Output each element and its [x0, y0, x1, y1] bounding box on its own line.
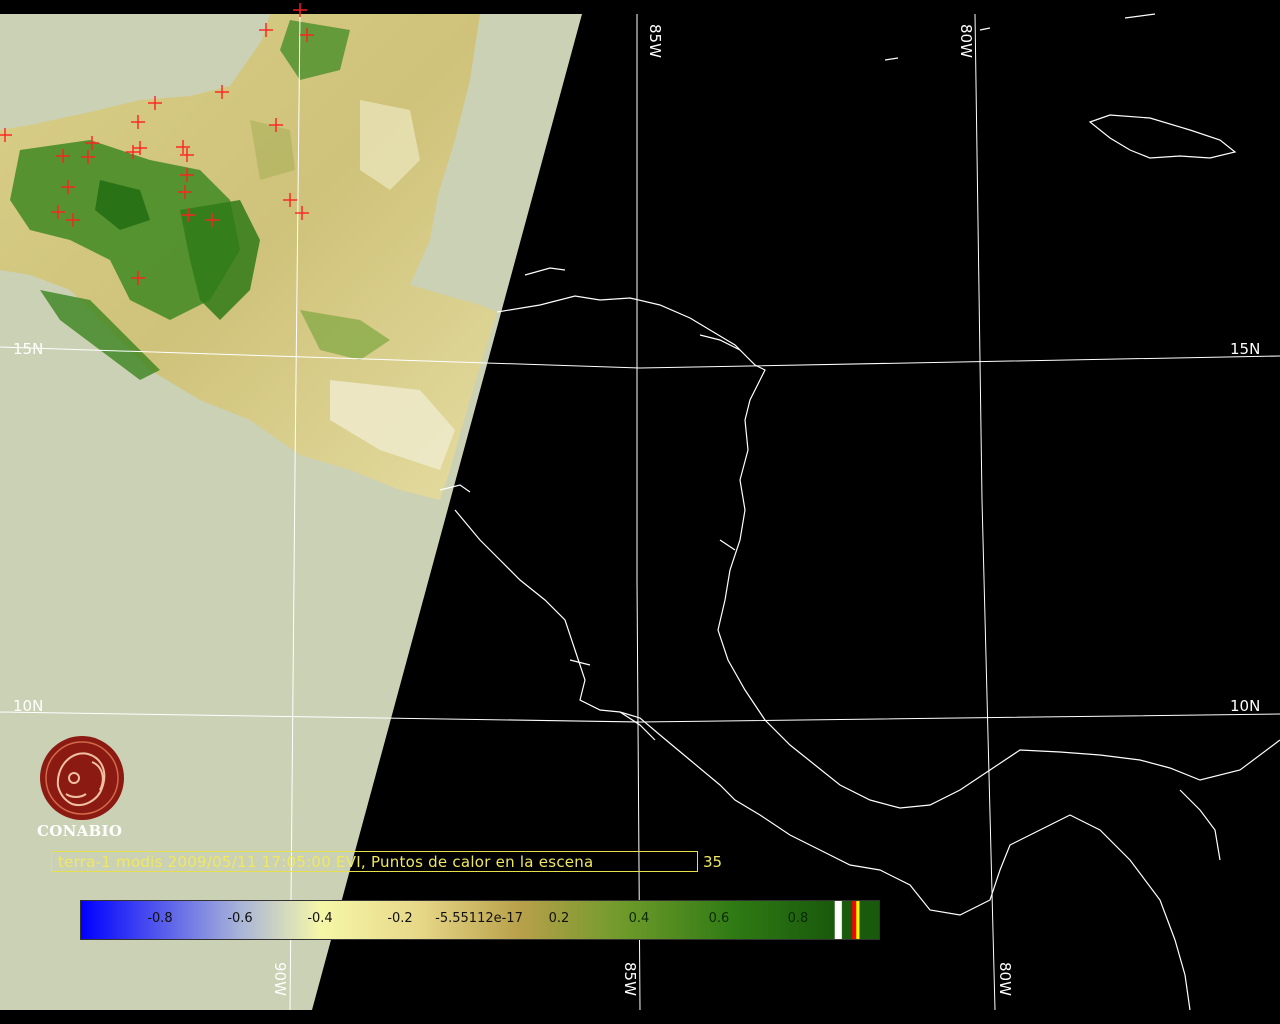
grid-label-10n-left: 10N: [13, 697, 44, 715]
colorbar-tick-label: -0.6: [227, 911, 253, 926]
scene-caption: terra-1 modis 2009/05/11 17:05:00 EVI, P…: [58, 853, 594, 871]
colorbar-tick-label: -5.55112e-17: [435, 911, 523, 926]
grid-label-85w-top: 85W: [646, 24, 664, 58]
colorbar-tick-label: 0.6: [708, 911, 730, 926]
grid-label-80w-bottom: 80W: [996, 962, 1014, 996]
logo-text: CONABIO: [37, 822, 123, 840]
grid-label-15n-right: 15N: [1230, 340, 1261, 358]
grid-label-10n-right: 10N: [1230, 697, 1261, 715]
grid-label-85w-bottom: 85W: [621, 962, 639, 996]
colorbar-tick-label: 0.4: [628, 911, 650, 926]
colorbar-tick-label: -0.8: [147, 911, 173, 926]
colorbar-tick-label: -0.2: [387, 911, 413, 926]
grid-label-15n-left: 15N: [13, 340, 44, 358]
grid-label-90w-bottom: 90W: [271, 962, 289, 996]
colorbar-tick-label: 0.2: [548, 911, 570, 926]
colorbar-tick-label: -0.4: [307, 911, 333, 926]
colorbar-tick-label: 0.8: [787, 911, 809, 926]
grid-label-80w-top: 80W: [957, 24, 975, 58]
hotspot-count: 35: [703, 853, 723, 871]
